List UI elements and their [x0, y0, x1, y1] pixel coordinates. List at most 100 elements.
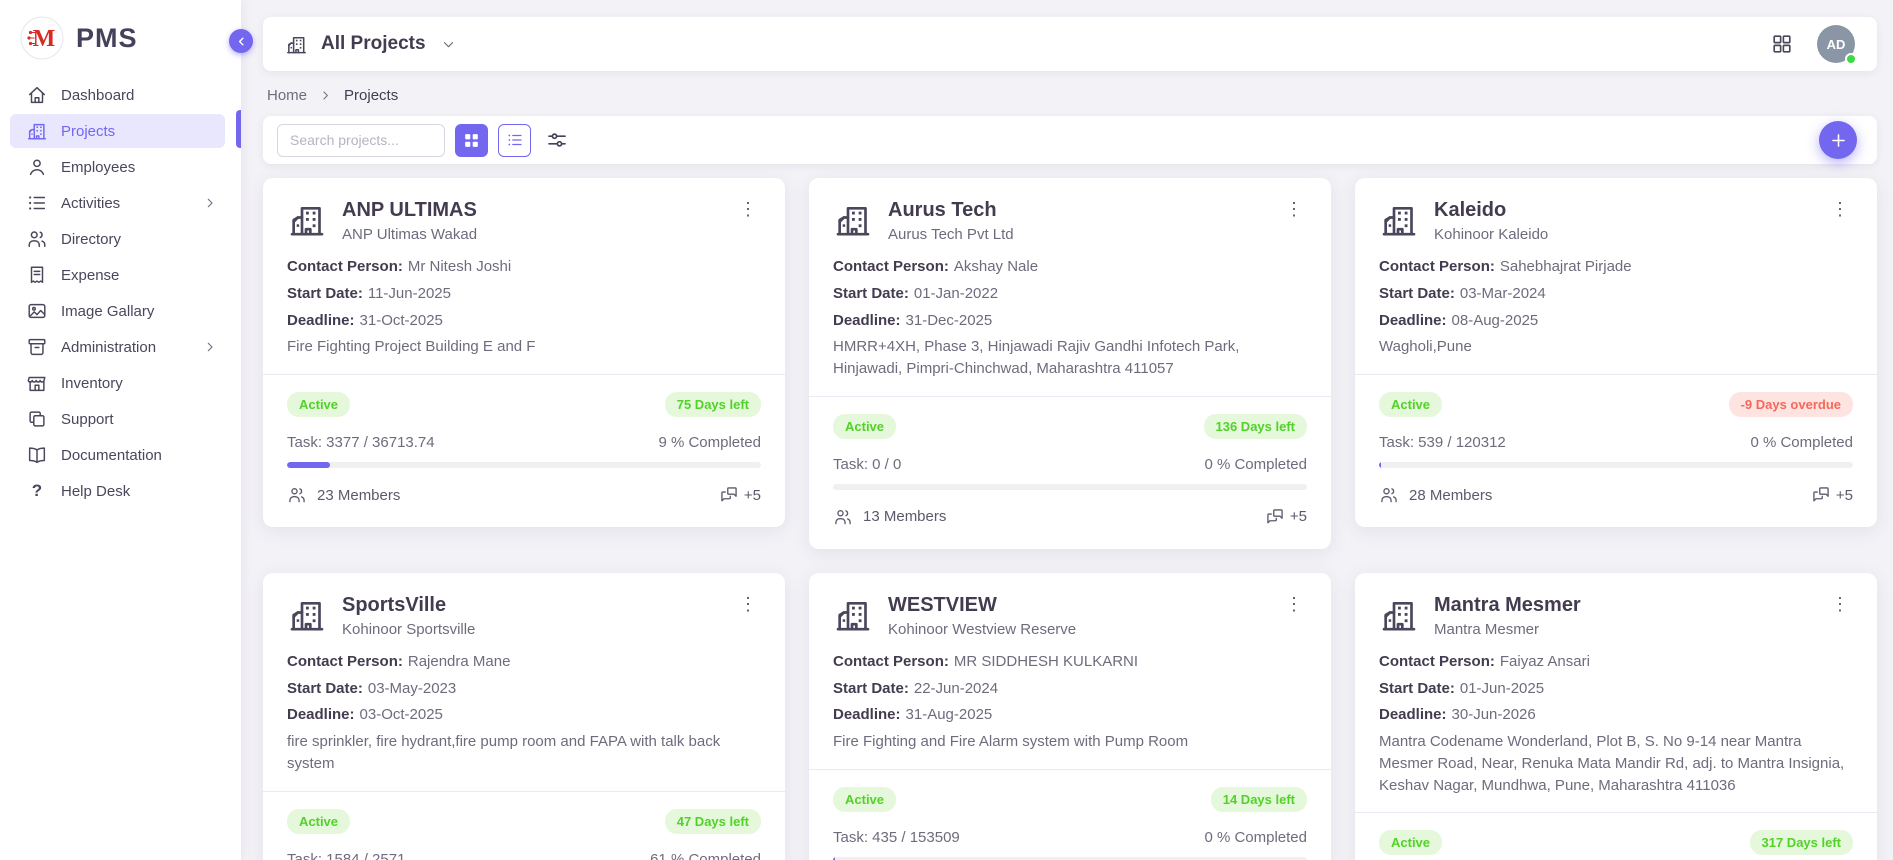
contact-label: Contact Person: — [1379, 653, 1495, 670]
deadline-value: 30-Jun-2026 — [1452, 706, 1536, 723]
kebab-menu-icon[interactable]: ⋮ — [1827, 198, 1853, 220]
task-count: Task: 3377 / 36713.74 — [287, 434, 435, 451]
project-card[interactable]: Mantra Mesmer Mantra Mesmer ⋮ Contact Pe… — [1355, 573, 1877, 860]
deadline-label: Deadline: — [1379, 706, 1447, 723]
sidebar-item-activities[interactable]: Activities — [10, 186, 225, 220]
sidebar-item-help-desk[interactable]: ? Help Desk — [10, 474, 225, 508]
sidebar-item-image-gallery[interactable]: Image Gallary — [10, 294, 225, 328]
project-details: Contact Person:Akshay Nale Start Date:01… — [833, 256, 1307, 380]
sidebar-nav: Dashboard Projects Employees Activities … — [0, 70, 241, 508]
kebab-menu-icon[interactable]: ⋮ — [1281, 593, 1307, 615]
project-description: Fire Fighting Project Building E and F — [287, 336, 761, 358]
deadline-value: 31-Oct-2025 — [360, 312, 443, 329]
messages-icon — [719, 485, 739, 505]
building-icon — [1379, 200, 1419, 240]
status-badge: Active — [1379, 392, 1442, 417]
chevron-left-icon — [235, 35, 248, 48]
projects-toolbar — [263, 116, 1877, 164]
building-icon — [285, 33, 308, 56]
sidebar-item-projects[interactable]: Projects — [10, 114, 225, 148]
contact-label: Contact Person: — [833, 653, 949, 670]
days-left-badge: 14 Days left — [1211, 787, 1307, 812]
sidebar-item-label: Directory — [61, 231, 121, 248]
sidebar-collapse-button[interactable] — [229, 29, 253, 53]
breadcrumb-home[interactable]: Home — [267, 87, 307, 104]
status-badge: Active — [287, 392, 350, 417]
chevron-right-icon — [203, 196, 217, 210]
completed-percent: 0 % Completed — [1750, 434, 1853, 451]
sidebar-item-inventory[interactable]: Inventory — [10, 366, 225, 400]
avatar[interactable]: AD — [1817, 25, 1855, 63]
project-subtitle: Mantra Mesmer — [1434, 621, 1812, 638]
users-icon — [26, 228, 48, 250]
project-details: Contact Person: Faiyaz Ansari Start Date:… — [1379, 651, 1853, 797]
sidebar-item-label: Documentation — [61, 447, 162, 464]
sidebar-item-label: Activities — [61, 195, 120, 212]
project-selector-dropdown[interactable]: All Projects — [285, 33, 456, 56]
sidebar-item-support[interactable]: Support — [10, 402, 225, 436]
sidebar-item-label: Expense — [61, 267, 119, 284]
sidebar-item-dashboard[interactable]: Dashboard — [10, 78, 225, 112]
days-left-badge: 47 Days left — [665, 809, 761, 834]
kebab-menu-icon[interactable]: ⋮ — [1827, 593, 1853, 615]
filter-button[interactable] — [545, 128, 569, 152]
comments-button[interactable]: +5 — [719, 485, 761, 505]
task-count: Task: 435 / 153509 — [833, 829, 960, 846]
start-date-label: Start Date: — [1379, 680, 1455, 697]
project-title: Kaleido — [1434, 198, 1812, 222]
project-card[interactable]: WESTVIEW Kohinoor Westview Reserve ⋮ Con… — [809, 573, 1331, 860]
progress-bar — [833, 484, 1307, 490]
progress-bar — [287, 462, 761, 468]
app-logo[interactable]: M PMS — [0, 0, 241, 70]
members-icon — [287, 485, 307, 505]
project-description: Fire Fighting and Fire Alarm system with… — [833, 731, 1307, 753]
project-title: ANP ULTIMAS — [342, 198, 720, 222]
project-title: Mantra Mesmer — [1434, 593, 1812, 617]
deadline-label: Deadline: — [287, 706, 355, 723]
project-details: Contact Person:MR SIDDHESH KULKARNI Star… — [833, 651, 1307, 753]
progress-bar — [1379, 462, 1853, 468]
contact-label: Contact Person: — [287, 653, 403, 670]
building-icon — [833, 595, 873, 635]
sidebar-item-documentation[interactable]: Documentation — [10, 438, 225, 472]
messages-icon — [1265, 507, 1285, 527]
building-icon — [287, 595, 327, 635]
main-content: All Projects AD Home Projects — [241, 0, 1893, 860]
project-card[interactable]: Aurus Tech Aurus Tech Pvt Ltd ⋮ Contact … — [809, 178, 1331, 549]
status-badge: Active — [833, 414, 896, 439]
status-badge: Active — [287, 809, 350, 834]
add-project-button[interactable] — [1819, 121, 1857, 159]
top-header: All Projects AD — [263, 17, 1877, 71]
project-description: Mantra Codename Wonderland, Plot B, S. N… — [1379, 731, 1853, 796]
members-count: 23 Members — [317, 487, 400, 504]
project-card[interactable]: ANP ULTIMAS ANP Ultimas Wakad ⋮ Contact … — [263, 178, 785, 527]
deadline-value: 31-Dec-2025 — [906, 312, 993, 329]
kebab-menu-icon[interactable]: ⋮ — [1281, 198, 1307, 220]
sidebar-item-administration[interactable]: Administration — [10, 330, 225, 364]
search-input[interactable] — [277, 124, 445, 157]
completed-percent: 61 % Completed — [650, 851, 761, 860]
sidebar-item-label: Inventory — [61, 375, 123, 392]
sidebar-item-label: Help Desk — [61, 483, 130, 500]
grid-view-button[interactable] — [455, 124, 488, 157]
kebab-menu-icon[interactable]: ⋮ — [735, 198, 761, 220]
svg-text:M: M — [33, 26, 56, 52]
list-view-button[interactable] — [498, 124, 531, 157]
comments-button[interactable]: +5 — [1811, 485, 1853, 505]
sidebar-item-expense[interactable]: Expense — [10, 258, 225, 292]
chevron-down-icon — [441, 37, 456, 52]
apps-grid-icon[interactable] — [1771, 33, 1793, 55]
comments-button[interactable]: +5 — [1265, 507, 1307, 527]
kebab-menu-icon[interactable]: ⋮ — [735, 593, 761, 615]
home-icon — [26, 84, 48, 106]
plus-icon — [1829, 131, 1848, 150]
project-card[interactable]: Kaleido Kohinoor Kaleido ⋮ Contact Perso… — [1355, 178, 1877, 527]
contact-value: Rajendra Mane — [408, 653, 511, 670]
project-card[interactable]: SportsVille Kohinoor Sportsville ⋮ Conta… — [263, 573, 785, 860]
building-icon — [833, 200, 873, 240]
sidebar-item-employees[interactable]: Employees — [10, 150, 225, 184]
contact-value: Faiyaz Ansari — [1500, 653, 1590, 670]
status-badge: Active — [1379, 830, 1442, 855]
sidebar-item-directory[interactable]: Directory — [10, 222, 225, 256]
deadline-value: 31-Aug-2025 — [906, 706, 993, 723]
